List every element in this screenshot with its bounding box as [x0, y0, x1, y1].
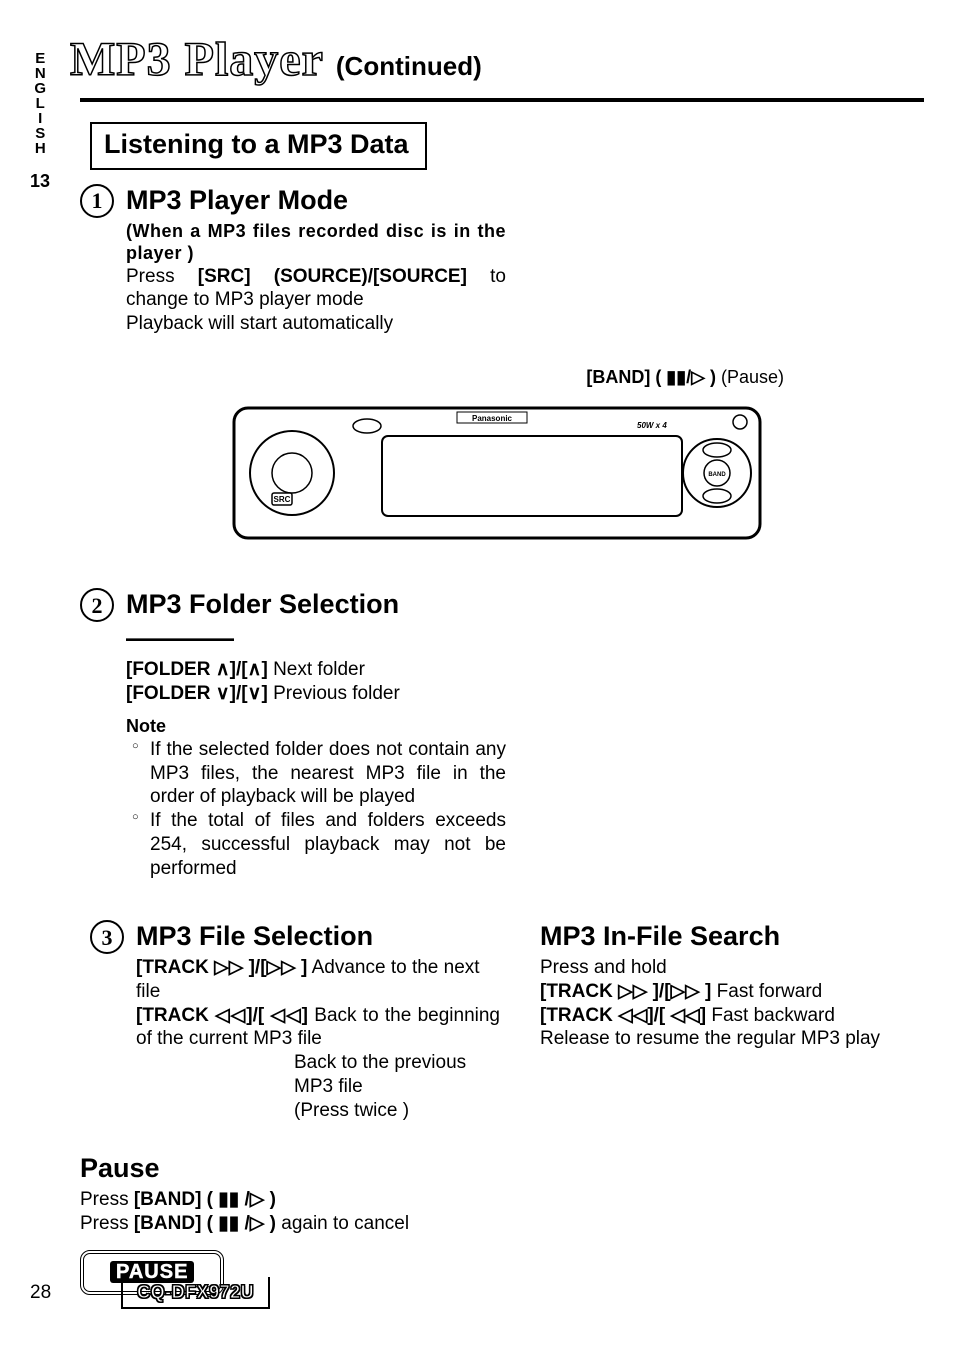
track-prev: [TRACK ◁◁]/[ ◁◁] Back to the beginning o…: [136, 1004, 500, 1052]
text: Previous folder: [268, 683, 400, 704]
side-language-label: ENGLISH: [30, 50, 49, 155]
pause-line2: Press [BAND] ( ▮▮ /▷ ) again to cancel: [80, 1212, 500, 1236]
step1-condition: (When a MP3 files recorded disc is in th…: [126, 220, 506, 265]
step-number-3: 3: [90, 920, 124, 954]
page-title: MP3 Player: [70, 30, 324, 90]
button-ref-band: [BAND] ( ▮▮/▷ ): [586, 367, 716, 387]
text: (Pause): [716, 367, 784, 387]
infile-p2: Release to resume the regular MP3 play: [540, 1027, 910, 1051]
pause-heading: Pause: [80, 1152, 500, 1186]
title-rule: [80, 98, 924, 102]
page-number: 28: [30, 1281, 51, 1305]
band-pause-callout: [BAND] ( ▮▮/▷ ) (Pause): [70, 366, 784, 389]
step-1: 1 MP3 Player Mode (When a MP3 files reco…: [80, 184, 924, 336]
svg-text:50W x 4: 50W x 4: [637, 421, 667, 430]
button-ref-band-pause: [BAND] ( ▮▮ /▷ ): [134, 1213, 276, 1234]
step2-heading: MP3 Folder Selection ————: [126, 588, 506, 656]
infile-heading: MP3 In-File Search: [540, 920, 910, 954]
button-ref-band-pause: [BAND] ( ▮▮ /▷ ): [134, 1189, 276, 1210]
step-number-1: 1: [80, 184, 114, 218]
button-ref-src: [SRC] (SOURCE)/[SOURCE]: [198, 266, 467, 287]
folder-next: [FOLDER ∧]/[∧] Next folder: [126, 658, 506, 682]
note-label: Note: [126, 715, 506, 738]
text: Press: [80, 1189, 134, 1210]
step1-instruction: Press [SRC] (SOURCE)/[SOURCE] to change …: [126, 265, 506, 313]
button-ref-track-fwd: [TRACK ▷▷ ]/[▷▷ ]: [136, 957, 307, 978]
text: Press: [80, 1213, 134, 1234]
button-ref-track-back: [TRACK ◁◁]/[ ◁◁]: [136, 1005, 308, 1026]
model-chip: CQ-DFX972U: [121, 1277, 270, 1309]
step-number-2: 2: [80, 588, 114, 622]
page-title-row: MP3 Player (Continued): [70, 30, 924, 90]
button-ref-track-back: [TRACK ◁◁]/[ ◁◁]: [540, 1005, 706, 1026]
section-heading-box: Listening to a MP3 Data: [90, 122, 427, 170]
pause-line1: Press [BAND] ( ▮▮ /▷ ): [80, 1188, 500, 1212]
track-prev3: (Press twice ): [136, 1099, 500, 1123]
svg-text:BAND: BAND: [708, 472, 726, 478]
step1-heading: MP3 Player Mode: [126, 184, 506, 218]
infile-ff: [TRACK ▷▷ ]/[▷▷ ] Fast forward: [540, 980, 910, 1004]
note-list: If the selected folder does not contain …: [136, 738, 506, 881]
text: Fast forward: [711, 981, 822, 1002]
page-title-continued: (Continued): [336, 50, 482, 83]
track-prev2: Back to the previous MP3 file: [136, 1051, 500, 1099]
step3-heading: MP3 File Selection: [136, 920, 500, 954]
note-item-2: If the total of files and folders exceed…: [136, 809, 506, 880]
side-page-indicator: 13: [30, 170, 50, 193]
svg-text:SRC: SRC: [274, 495, 291, 504]
text: Fast backward: [706, 1005, 835, 1026]
button-ref-track-fwd: [TRACK ▷▷ ]/[▷▷ ]: [540, 981, 711, 1002]
pause-section: Pause Press [BAND] ( ▮▮ /▷ ) Press [BAND…: [80, 1152, 500, 1294]
page-footer: 28 CQ-DFX972U: [30, 1277, 270, 1309]
step-2: 2 MP3 Folder Selection ———— [FOLDER ∧]/[…: [80, 588, 924, 880]
car-stereo-diagram: SRC Panasonic 50W x 4 BAND: [232, 398, 762, 548]
button-ref-folder-up: [FOLDER ∧]/[∧]: [126, 659, 268, 680]
track-next: [TRACK ▷▷ ]/[▷▷ ] Advance to the next fi…: [136, 956, 500, 1004]
text: again to cancel: [276, 1213, 409, 1234]
model-number: CQ-DFX972U: [137, 1282, 254, 1302]
step-3: 3 MP3 File Selection [TRACK ▷▷ ]/[▷▷ ] A…: [90, 920, 500, 1122]
folder-prev: [FOLDER ∨]/[∨] Previous folder: [126, 682, 506, 706]
note-item-1: If the selected folder does not contain …: [136, 738, 506, 809]
infile-p1: Press and hold: [540, 956, 910, 980]
infile-fb: [TRACK ◁◁]/[ ◁◁] Fast backward: [540, 1004, 910, 1028]
text: Press: [126, 266, 198, 287]
text: Next folder: [268, 659, 365, 680]
step1-note: Playback will start automatically: [126, 312, 506, 336]
button-ref-folder-down: [FOLDER ∨]/[∨]: [126, 683, 268, 704]
svg-text:Panasonic: Panasonic: [472, 414, 513, 423]
